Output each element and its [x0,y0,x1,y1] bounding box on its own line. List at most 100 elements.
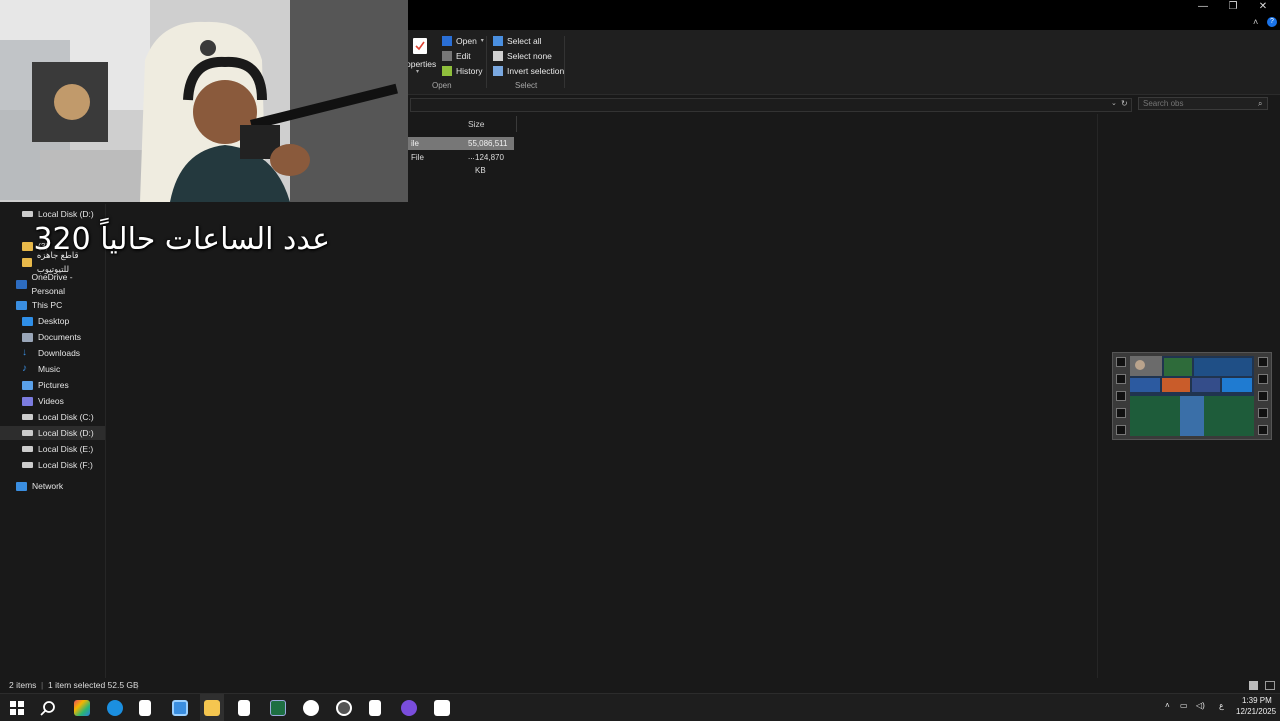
webcam-overlay [0,0,408,202]
details-view-icon[interactable] [1249,681,1258,690]
excel-icon[interactable] [270,700,286,716]
clock-app-icon[interactable] [303,700,319,716]
nav-item-local-disk-d[interactable]: Local Disk (D:) [0,207,105,221]
chevron-down-icon[interactable]: ⌄ [1111,99,1117,107]
refresh-icon[interactable]: ↻ [1121,99,1128,108]
ribbon-divider [486,36,487,88]
nav-item-videos[interactable]: Videos [0,394,105,408]
nav-item-local-disk-d-selected[interactable]: Local Disk (D:) [0,426,105,440]
select-none-icon [493,51,503,61]
copilot-icon[interactable] [74,700,90,716]
nav-item-local-disk-e[interactable]: Local Disk (E:) [0,442,105,456]
open-label: Open [456,36,477,46]
edit-icon [442,51,452,61]
properties-icon [413,38,427,54]
edge-browser-icon[interactable] [107,700,123,716]
taskbar: ˄ ▭ ◁) ع 1:39 PM 12/21/2025 [0,693,1280,721]
status-divider: | [136,680,139,690]
film-hole [1258,408,1268,418]
network-icon [16,481,27,491]
film-hole [1258,374,1268,384]
nav-item-pictures[interactable]: Pictures [0,378,105,392]
nav-item-label: Local Disk (E:) [38,444,94,454]
downloads-icon: ↓ [22,347,27,358]
nav-item-desktop[interactable]: Desktop [0,314,105,328]
film-hole [1116,374,1126,384]
address-bar[interactable]: ⌄ ↻ [410,98,1132,112]
film-hole [1116,425,1126,435]
film-hole [1116,391,1126,401]
nav-item-local-disk-f[interactable]: Local Disk (F:) [0,458,105,472]
webcam-feed-image [0,0,408,202]
file-row[interactable]: File 124,870 KB [408,151,514,175]
nav-item-music[interactable]: ♪ Music [0,362,105,376]
notepad-icon[interactable] [238,700,250,716]
pictures-icon [22,380,33,390]
drive-icon [22,414,33,420]
history-button[interactable]: History [442,64,482,78]
video-frame-image [1130,356,1254,436]
item-count: 2 items [9,680,37,690]
input-language[interactable]: ع [1219,701,1224,710]
nav-item-label: Network [32,481,64,491]
search-input[interactable] [1138,97,1268,110]
minimize-button[interactable]: — [1188,0,1218,14]
select-none-label: Select none [507,51,552,61]
nav-item-this-pc[interactable]: This PC [0,298,105,312]
drive-icon [22,446,33,452]
file-size: 124,870 KB [475,153,504,175]
search-icon[interactable]: ⌕ [1258,99,1262,109]
nav-item-downloads[interactable]: ↓ Downloads [0,346,105,360]
close-button[interactable]: ✕ [1248,0,1278,14]
history-label: History [456,66,483,76]
file-icon[interactable] [369,700,381,716]
file-type: File [411,153,424,162]
history-icon [442,66,452,76]
store-icon[interactable] [172,700,188,716]
column-divider[interactable] [516,116,517,132]
clock-date[interactable]: 12/21/2025 [1236,707,1276,716]
messenger-icon[interactable] [401,700,417,716]
invert-selection-label: Invert selection [507,66,565,76]
nav-item-label: Documents [38,332,81,342]
chevron-up-icon[interactable]: ˄ [1165,701,1170,710]
nav-item-documents[interactable]: Documents [0,330,105,344]
volume-icon[interactable]: ◁) [1196,701,1205,710]
file-row[interactable]: ile 55,086,511 ... [408,137,514,161]
network-tray-icon[interactable]: ▭ [1180,701,1188,710]
invert-selection-button[interactable]: Invert selection [493,64,564,78]
search-icon[interactable] [40,700,56,716]
film-hole [1258,357,1268,367]
obs-icon[interactable] [336,700,352,716]
film-hole [1258,425,1268,435]
windows-start-icon[interactable] [9,700,25,716]
select-all-button[interactable]: Select all [493,34,542,48]
drive-icon [22,430,33,436]
edit-button[interactable]: Edit [442,49,471,63]
nav-item-network[interactable]: Network [0,479,105,493]
ribbon-divider [564,36,565,88]
select-none-button[interactable]: Select none [493,49,552,63]
properties-button-label[interactable]: operties [406,59,436,69]
nav-item-local-disk-c[interactable]: Local Disk (C:) [0,410,105,424]
film-hole [1258,391,1268,401]
capcut-icon[interactable] [434,700,450,716]
nav-item-label: Local Disk (D:) [38,428,94,438]
select-group-label: Select [515,81,538,90]
nav-item-label: Videos [38,396,64,406]
status-bar: 2 items | 1 item selected 52.5 GB | [0,678,1280,693]
chevron-down-icon[interactable]: ▾ [416,68,419,75]
edit-label: Edit [456,51,471,61]
open-button[interactable]: Open ▾ [442,34,484,48]
open-group-label: Open [432,81,452,90]
clock-time[interactable]: 1:39 PM [1242,696,1272,705]
nav-item-onedrive[interactable]: OneDrive - Personal [0,272,105,296]
column-header-size[interactable]: Size [468,119,485,129]
restore-button[interactable]: ❐ [1218,0,1248,14]
chevron-up-icon[interactable]: ˄ [1253,17,1258,27]
nav-item-label: Downloads [38,348,81,358]
tiles-view-icon[interactable] [1265,681,1275,690]
help-icon[interactable]: ? [1267,17,1277,27]
document-icon[interactable] [139,700,151,716]
video-thumbnail[interactable] [1112,352,1272,440]
